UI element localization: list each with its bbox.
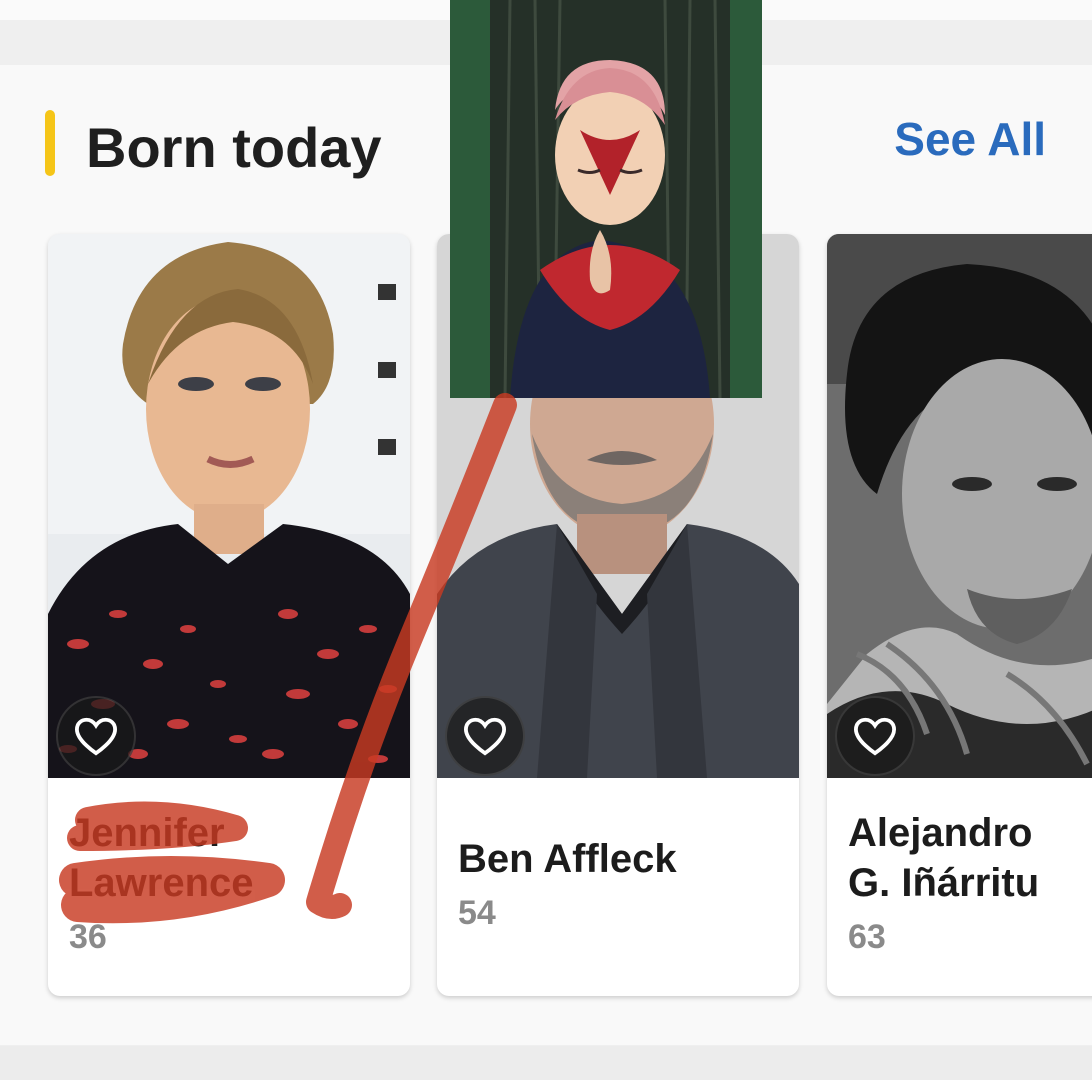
person-card-alejandro-inarritu[interactable]: Alejandro G. Iñárritu 63 bbox=[827, 234, 1092, 996]
section-accent-bar bbox=[45, 110, 55, 176]
person-age: 36 bbox=[69, 918, 107, 956]
heart-outline-icon bbox=[853, 717, 897, 756]
person-name: Jennifer Lawrence bbox=[69, 808, 389, 908]
person-name-line2: G. Iñárritu bbox=[848, 861, 1040, 905]
person-name: Alejandro G. Iñárritu bbox=[848, 808, 1092, 908]
person-age: 63 bbox=[848, 918, 886, 956]
person-info: Ben Affleck 54 bbox=[437, 778, 799, 996]
see-all-link[interactable]: See All bbox=[894, 108, 1046, 170]
anime-character-overlay bbox=[450, 0, 762, 398]
person-age: 54 bbox=[458, 894, 496, 932]
person-info: Jennifer Lawrence 36 bbox=[48, 778, 410, 996]
heart-outline-icon bbox=[463, 717, 507, 756]
favorite-button[interactable] bbox=[835, 696, 915, 776]
person-name-line1: Alejandro bbox=[848, 811, 1033, 855]
person-name: Ben Affleck bbox=[458, 837, 677, 881]
bottom-strip bbox=[0, 1046, 1092, 1080]
favorite-button[interactable] bbox=[445, 696, 525, 776]
person-info: Alejandro G. Iñárritu 63 bbox=[827, 778, 1092, 996]
person-name-line1: Jennifer bbox=[69, 811, 225, 855]
person-name-line2: Lawrence bbox=[69, 861, 254, 905]
heart-outline-icon bbox=[74, 717, 118, 756]
section-title: Born today bbox=[86, 116, 382, 179]
favorite-button[interactable] bbox=[56, 696, 136, 776]
person-card-jennifer-lawrence[interactable]: Jennifer Lawrence 36 bbox=[48, 234, 410, 996]
anime-character-image bbox=[450, 0, 762, 398]
